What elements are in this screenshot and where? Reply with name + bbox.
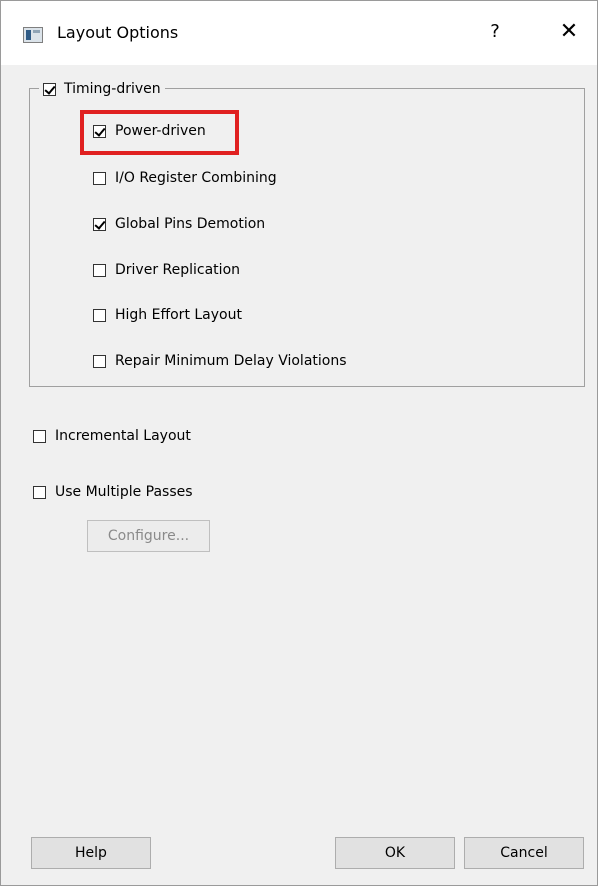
driver-replication-row[interactable]: Driver Replication bbox=[93, 259, 240, 281]
title-bar: Layout Options ? ✕ bbox=[1, 1, 597, 65]
repair-min-delay-checkbox[interactable] bbox=[93, 354, 106, 368]
cancel-button[interactable]: Cancel bbox=[464, 837, 584, 869]
configure-button[interactable]: Configure... bbox=[87, 520, 210, 552]
power-driven-row[interactable]: Power-driven bbox=[93, 120, 206, 142]
multiple-passes-row[interactable]: Use Multiple Passes bbox=[33, 481, 193, 503]
io-register-combining-row[interactable]: I/O Register Combining bbox=[93, 167, 277, 189]
global-pins-demotion-label: Global Pins Demotion bbox=[115, 216, 266, 232]
power-driven-label: Power-driven bbox=[115, 123, 206, 139]
incremental-layout-row[interactable]: Incremental Layout bbox=[33, 425, 191, 447]
layout-options-dialog: Layout Options ? ✕ Timing-driven Power-d… bbox=[0, 0, 598, 886]
help-button[interactable]: Help bbox=[31, 837, 151, 869]
power-driven-checkbox[interactable] bbox=[93, 124, 106, 138]
high-effort-layout-row[interactable]: High Effort Layout bbox=[93, 304, 242, 326]
io-register-combining-checkbox[interactable] bbox=[93, 171, 106, 185]
io-register-combining-label: I/O Register Combining bbox=[115, 170, 277, 186]
timing-driven-checkbox-row[interactable]: Timing-driven bbox=[39, 78, 165, 100]
global-pins-demotion-row[interactable]: Global Pins Demotion bbox=[93, 213, 265, 235]
high-effort-layout-checkbox[interactable] bbox=[93, 308, 106, 322]
help-question-icon[interactable]: ? bbox=[485, 21, 505, 42]
multiple-passes-checkbox[interactable] bbox=[33, 485, 46, 499]
incremental-layout-checkbox[interactable] bbox=[33, 429, 46, 443]
incremental-layout-label: Incremental Layout bbox=[55, 428, 191, 444]
timing-driven-checkbox[interactable] bbox=[43, 82, 56, 96]
timing-driven-label: Timing-driven bbox=[64, 81, 161, 97]
window-app-icon bbox=[23, 27, 43, 43]
global-pins-demotion-checkbox[interactable] bbox=[93, 217, 106, 231]
repair-min-delay-label: Repair Minimum Delay Violations bbox=[115, 353, 347, 369]
ok-button[interactable]: OK bbox=[335, 837, 455, 869]
multiple-passes-label: Use Multiple Passes bbox=[55, 484, 193, 500]
high-effort-layout-label: High Effort Layout bbox=[115, 307, 242, 323]
driver-replication-checkbox[interactable] bbox=[93, 263, 106, 277]
close-icon[interactable]: ✕ bbox=[557, 19, 581, 44]
repair-min-delay-row[interactable]: Repair Minimum Delay Violations bbox=[93, 350, 347, 372]
driver-replication-label: Driver Replication bbox=[115, 262, 241, 278]
window-title: Layout Options bbox=[57, 23, 179, 42]
